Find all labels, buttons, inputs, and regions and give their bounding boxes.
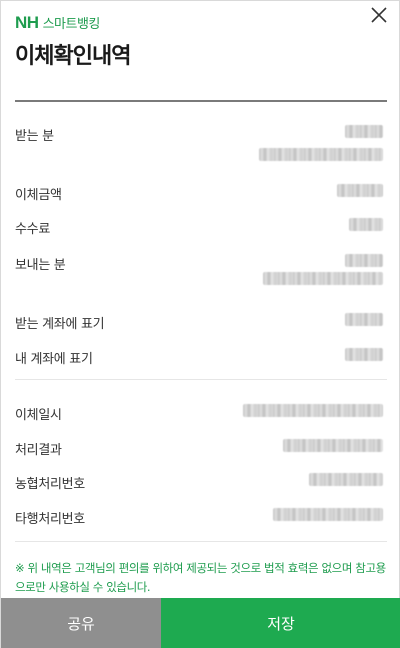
brand-logo: NH 스마트뱅킹 (15, 13, 100, 33)
row-result: 처리결과 (1, 433, 400, 463)
share-button[interactable]: 공유 (1, 598, 161, 648)
redacted-value (243, 404, 383, 417)
row-label: 이체금액 (15, 188, 62, 203)
section-divider (15, 541, 387, 542)
row-fee: 수수료 (1, 212, 400, 242)
redacted-value (349, 218, 383, 231)
row-label: 받는 분 (15, 129, 54, 144)
page-title: 이체확인내역 (15, 44, 131, 69)
row-label: 농협처리번호 (15, 477, 85, 492)
redacted-value (345, 348, 383, 361)
row-recipient-memo: 받는 계좌에 표기 (1, 307, 400, 337)
header-divider (15, 100, 387, 102)
footer-actions: 공유 저장 (1, 598, 400, 648)
row-label: 이체일시 (15, 408, 62, 423)
row-my-memo: 내 계좌에 표기 (1, 342, 400, 372)
row-label: 수수료 (15, 222, 50, 237)
row-nh-ref: 농협처리번호 (1, 467, 400, 497)
row-label: 처리결과 (15, 443, 62, 458)
row-other-bank-ref: 타행처리번호 (1, 502, 400, 532)
section-divider (15, 379, 387, 380)
row-label: 타행처리번호 (15, 512, 85, 527)
brand-name: 스마트뱅킹 (42, 17, 101, 32)
row-recipient: 받는 분 (1, 119, 400, 149)
header: NH 스마트뱅킹 이체확인내역 (1, 1, 400, 102)
row-label: 보내는 분 (15, 258, 66, 273)
redacted-value (309, 473, 383, 486)
redacted-value (345, 313, 383, 326)
redacted-value (345, 125, 383, 138)
brand-nh: NH (15, 13, 39, 32)
close-icon[interactable] (367, 3, 391, 27)
transfer-confirmation-screen: NH 스마트뱅킹 이체확인내역 받는 분 이체금액 수수료 보내는 분 받는 계… (0, 0, 400, 648)
legal-notice: ※ 위 내역은 고객님의 편의를 위하여 제공되는 것으로 법적 효력은 없으며… (15, 561, 386, 594)
redacted-account (263, 272, 383, 285)
save-button[interactable]: 저장 (161, 598, 400, 648)
redacted-value (273, 508, 383, 521)
redacted-account (259, 148, 383, 161)
row-label: 내 계좌에 표기 (15, 352, 93, 367)
row-amount: 이체금액 (1, 178, 400, 208)
redacted-value (283, 439, 383, 452)
row-label: 받는 계좌에 표기 (15, 317, 105, 332)
redacted-value (345, 254, 383, 267)
row-datetime: 이체일시 (1, 398, 400, 428)
redacted-value (337, 184, 383, 197)
